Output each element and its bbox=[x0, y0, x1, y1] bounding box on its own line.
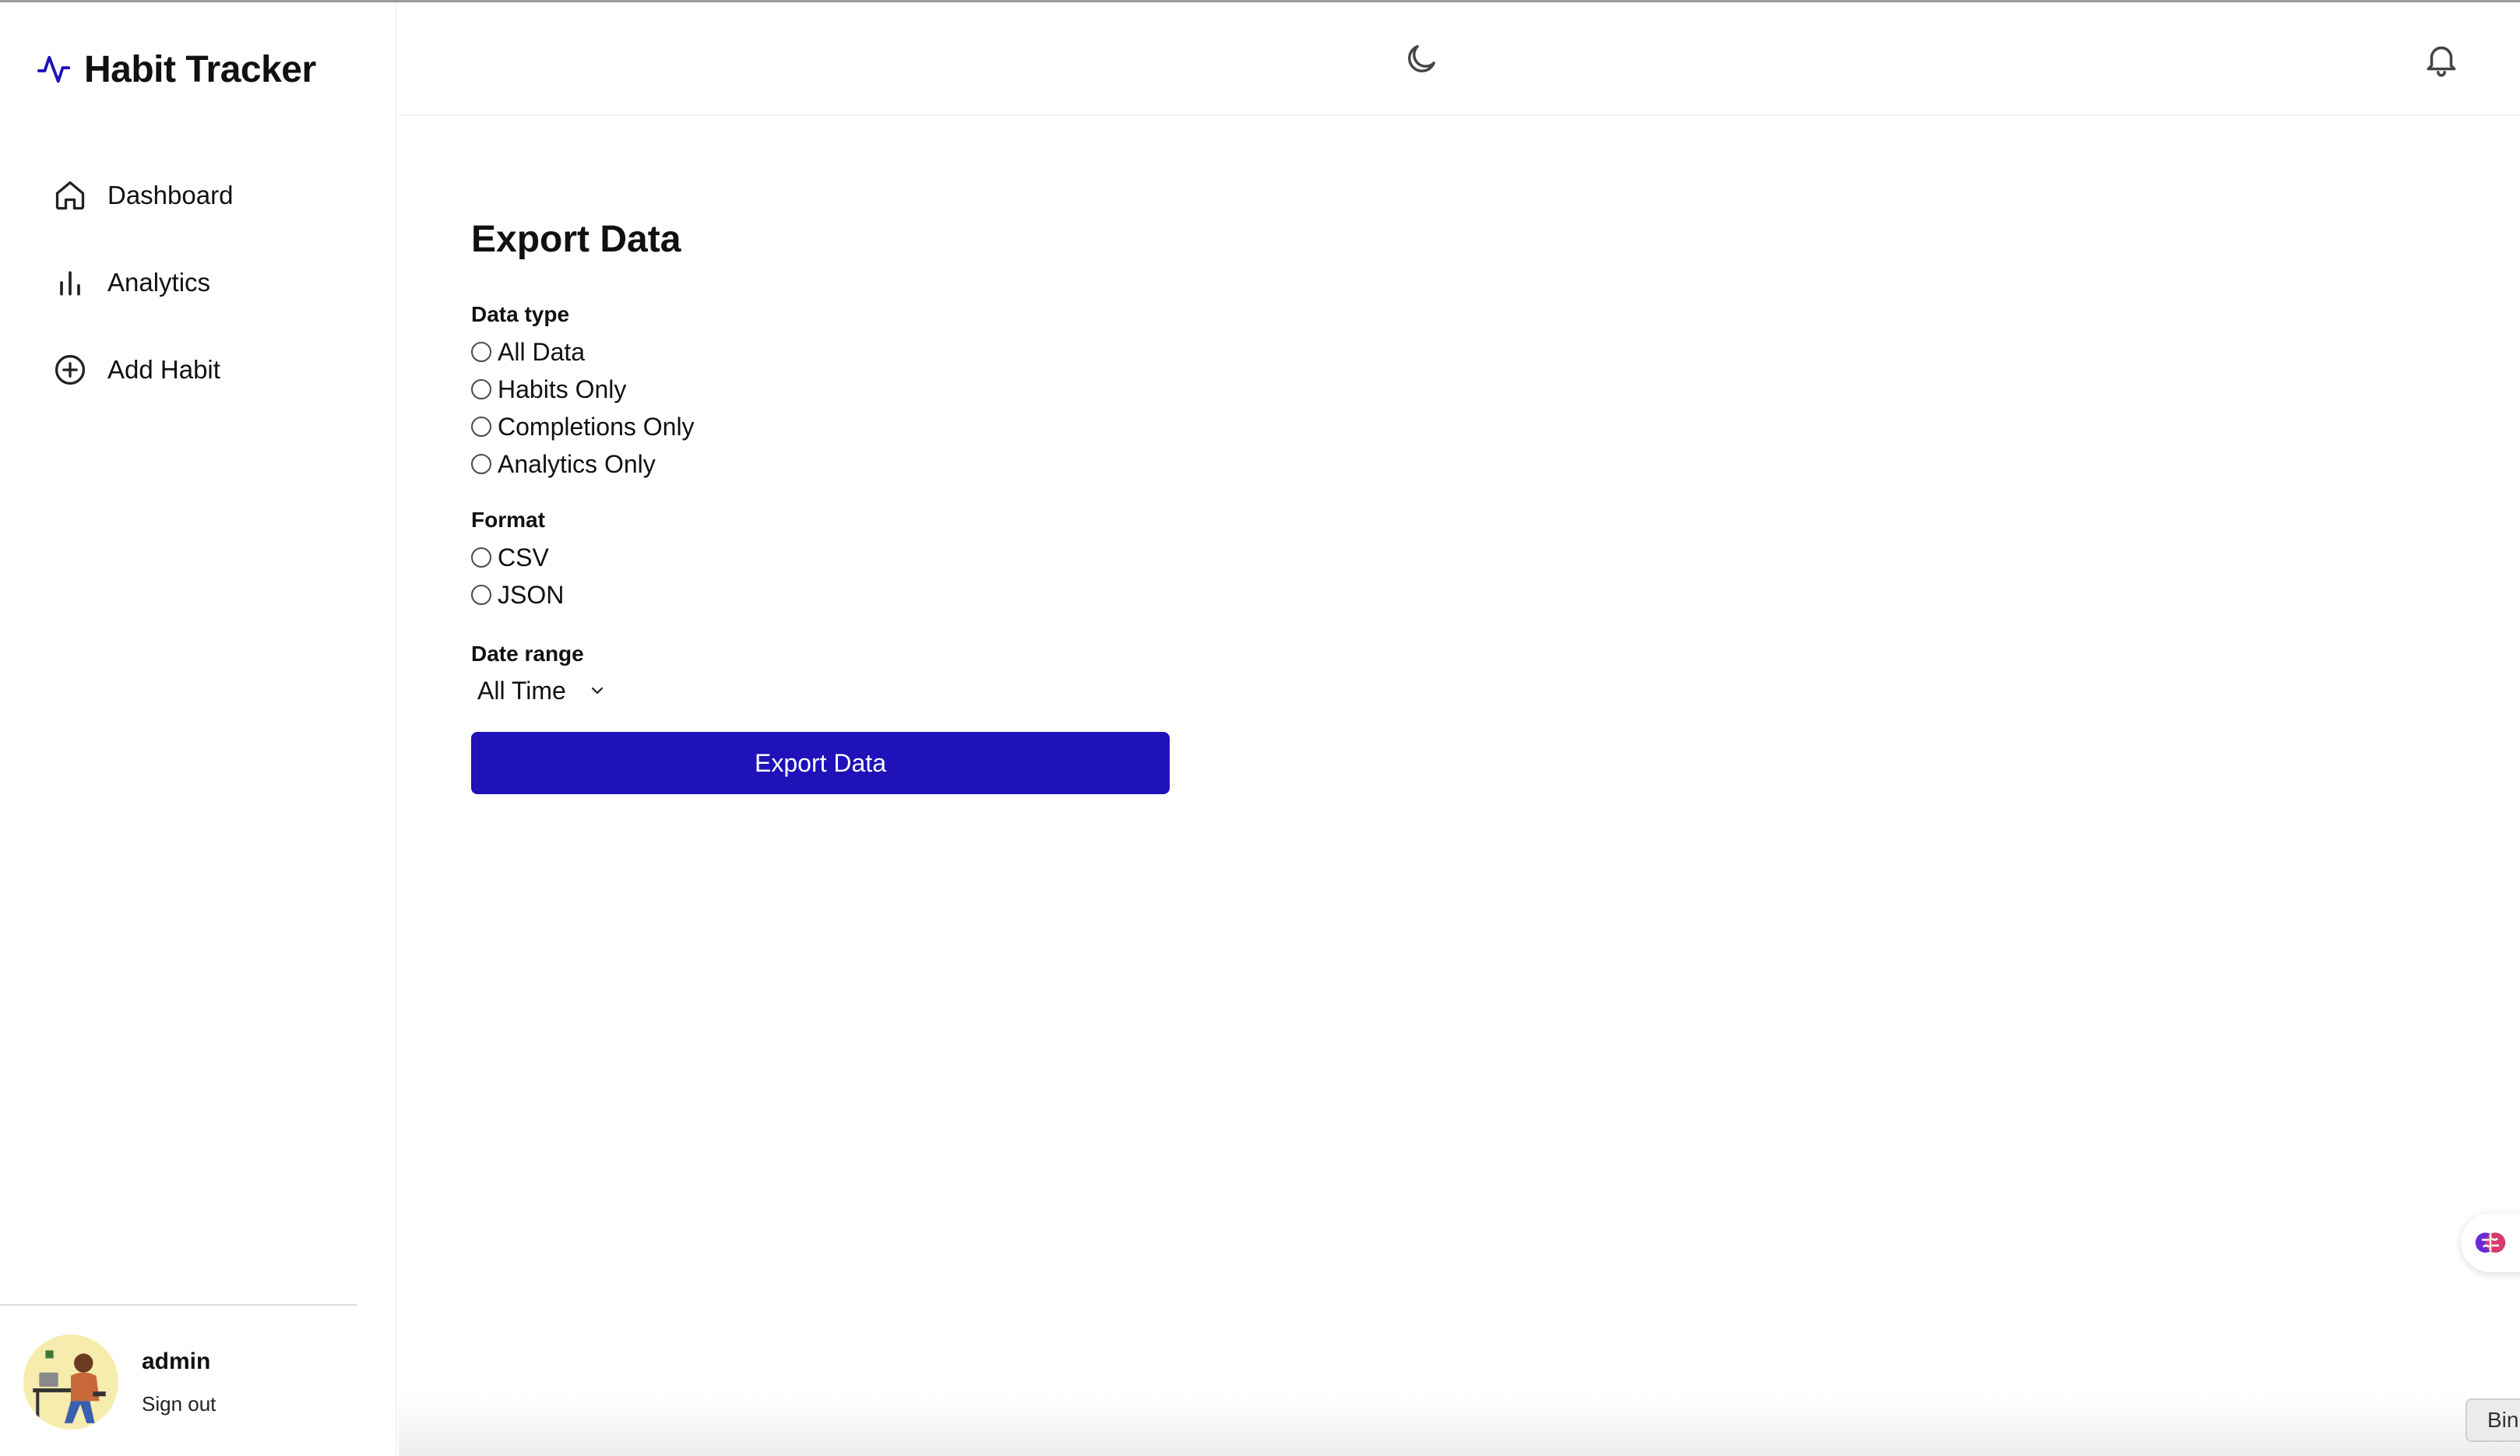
radio-button[interactable] bbox=[471, 342, 491, 362]
radio-habits-only[interactable]: Habits Only bbox=[471, 371, 626, 408]
export-form: Export Data Data type All Data Habits On… bbox=[471, 210, 1250, 794]
radio-label: All Data bbox=[498, 337, 586, 366]
corner-tab-text: Bin bbox=[2487, 1408, 2519, 1432]
corner-tab[interactable]: Bin bbox=[2465, 1398, 2520, 1442]
avatar[interactable] bbox=[23, 1335, 118, 1430]
radio-label: CSV bbox=[498, 543, 549, 571]
sidebar-item-add-habit[interactable]: Add Habit bbox=[53, 326, 380, 413]
sidebar-nav: Dashboard Analytics Add Habit bbox=[53, 152, 380, 413]
brain-icon bbox=[2473, 1226, 2508, 1260]
radio-label: Analytics Only bbox=[498, 449, 656, 478]
sidebar: Habit Tracker Dashboard Analytics Add Ha… bbox=[0, 2, 397, 1456]
radio-json[interactable]: JSON bbox=[471, 576, 564, 614]
sidebar-item-label: Add Habit bbox=[107, 355, 220, 384]
brand[interactable]: Habit Tracker bbox=[36, 46, 316, 93]
radio-button[interactable] bbox=[471, 417, 491, 437]
radio-label: Habits Only bbox=[498, 375, 627, 403]
sidebar-item-label: Dashboard bbox=[107, 181, 234, 209]
radio-button[interactable] bbox=[471, 379, 491, 399]
bell-icon[interactable] bbox=[2422, 40, 2461, 79]
bar-chart-icon bbox=[53, 266, 87, 300]
sidebar-divider bbox=[0, 1304, 357, 1306]
date-range-select[interactable]: All Time bbox=[477, 671, 607, 710]
user-name: admin bbox=[142, 1348, 211, 1374]
chevron-down-icon bbox=[588, 681, 607, 700]
floating-assistant-widget[interactable] bbox=[2461, 1213, 2520, 1272]
page-title: Export Data bbox=[471, 219, 681, 260]
data-type-label: Data type bbox=[471, 302, 570, 326]
radio-completions-only[interactable]: Completions Only bbox=[471, 408, 695, 445]
radio-button[interactable] bbox=[471, 547, 491, 568]
sidebar-item-label: Analytics bbox=[107, 268, 211, 297]
radio-all-data[interactable]: All Data bbox=[471, 333, 585, 371]
sign-out-link[interactable]: Sign out bbox=[142, 1392, 216, 1416]
brand-name: Habit Tracker bbox=[84, 48, 316, 90]
radio-button[interactable] bbox=[471, 585, 491, 605]
radio-analytics-only[interactable]: Analytics Only bbox=[471, 445, 656, 483]
format-label: Format bbox=[471, 508, 545, 532]
sidebar-item-analytics[interactable]: Analytics bbox=[53, 239, 380, 326]
date-range-value: All Time bbox=[477, 676, 566, 705]
home-icon bbox=[53, 178, 87, 213]
plus-circle-icon bbox=[53, 353, 87, 387]
bottom-shade bbox=[399, 1394, 2520, 1456]
top-header bbox=[399, 2, 2520, 116]
export-data-button[interactable]: Export Data bbox=[471, 732, 1170, 794]
radio-csv[interactable]: CSV bbox=[471, 539, 549, 576]
date-range-label: Date range bbox=[471, 642, 584, 666]
sidebar-item-dashboard[interactable]: Dashboard bbox=[53, 152, 380, 239]
user-profile: admin Sign out bbox=[23, 1328, 216, 1437]
activity-pulse-icon bbox=[36, 51, 72, 87]
radio-button[interactable] bbox=[471, 454, 491, 474]
moon-icon[interactable] bbox=[1403, 41, 1439, 77]
radio-label: Completions Only bbox=[498, 412, 695, 441]
radio-label: JSON bbox=[498, 580, 565, 609]
